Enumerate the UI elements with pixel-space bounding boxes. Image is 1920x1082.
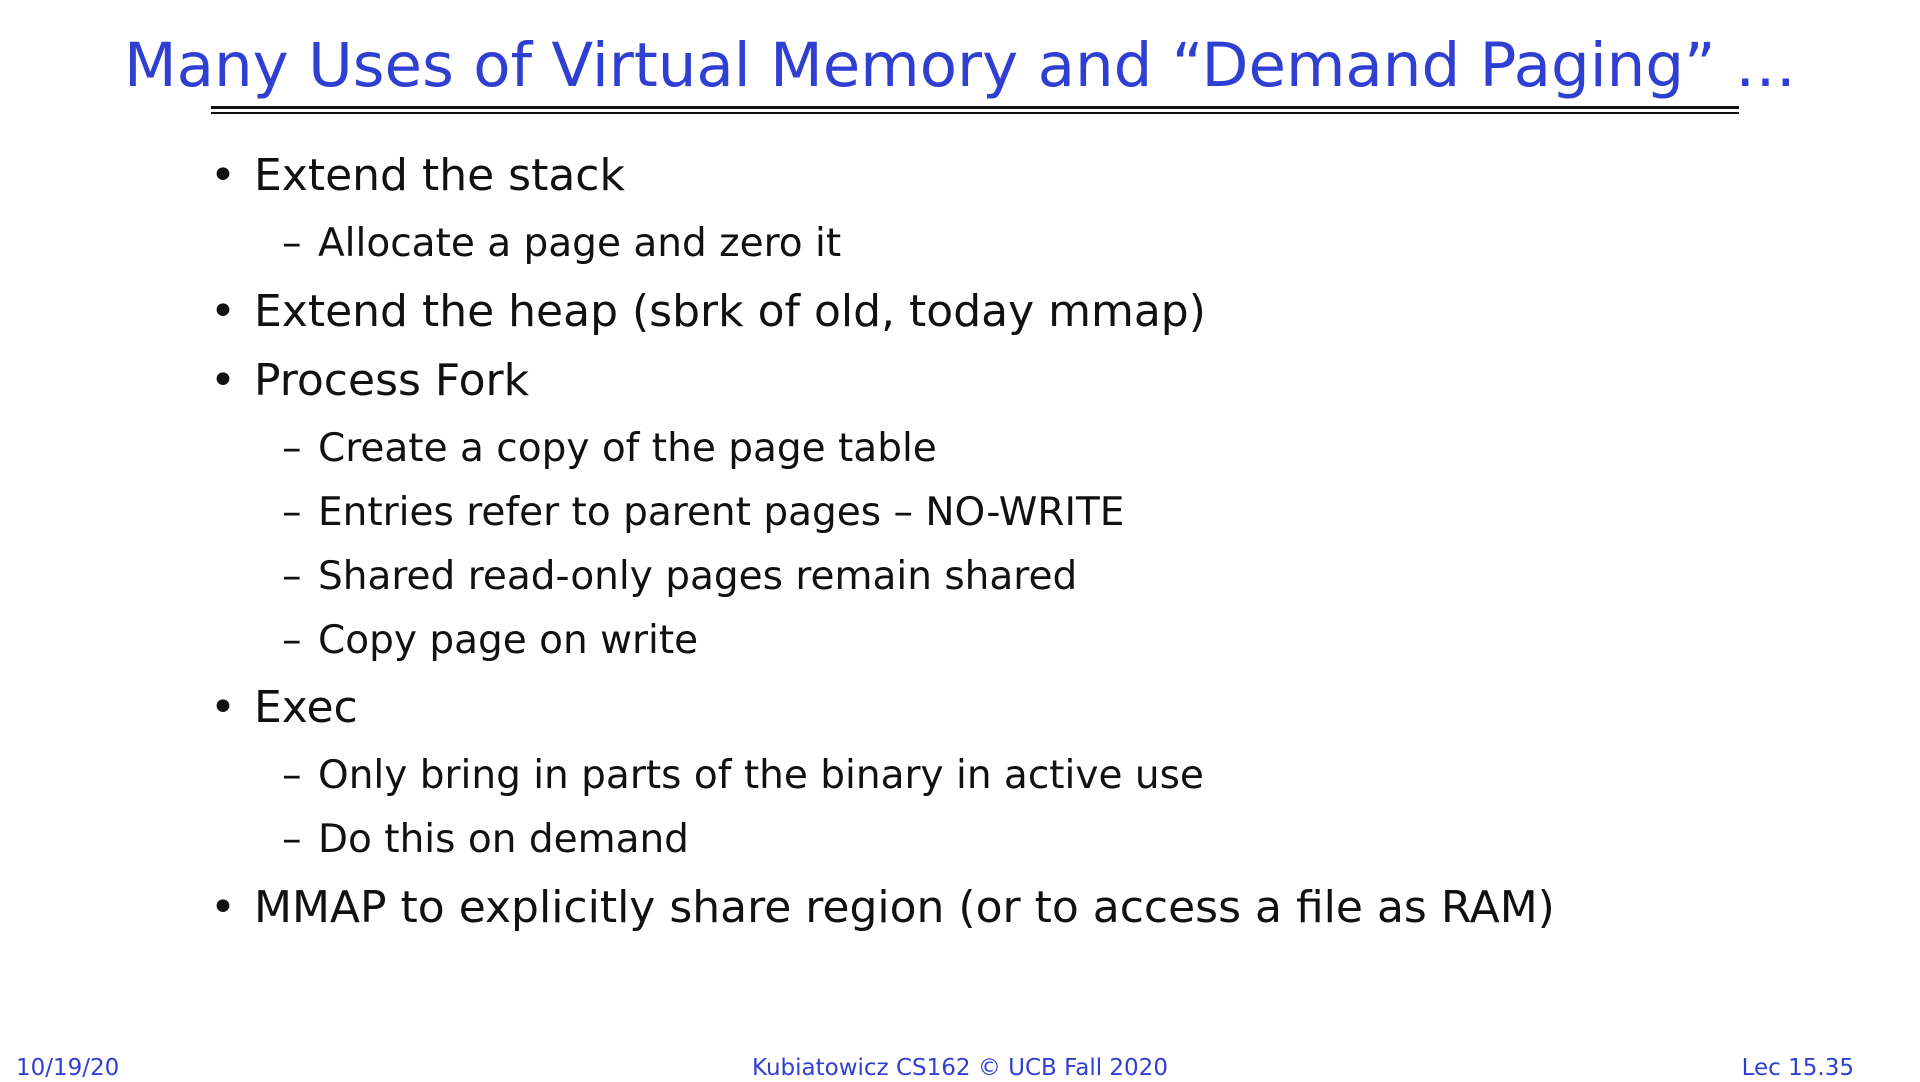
sub-bullet-marker: – [282,753,302,798]
sub-bullet-marker: – [282,221,302,266]
bullet-text: Extend the heap (sbrk of old, today mmap… [254,286,1206,337]
bullet-text: Exec [254,682,358,733]
bullet-text: Extend the stack [254,150,625,201]
bullet-text: MMAP to explicitly share region (or to a… [254,882,1555,933]
bullet-item: • MMAP to explicitly share region (or to … [210,878,1555,938]
footer-course: Kubiatowicz CS162 © UCB Fall 2020 [752,1055,1168,1081]
bullet-marker: • [210,355,236,406]
slide-body: • Extend the stack – Allocate a page and z… [0,0,1920,1000]
bullet-item: • Exec [210,678,358,738]
sub-bullet-text: Do this on demand [318,817,689,862]
sub-bullet-item: – Copy page on write [282,614,698,668]
sub-bullet-marker: – [282,817,302,862]
sub-bullet-text: Copy page on write [318,618,699,663]
bullet-marker: • [210,682,236,733]
sub-bullet-item: – Allocate a page and zero it [282,217,841,271]
sub-bullet-text: Only bring in parts of the binary in act… [318,753,1204,798]
footer-lecture-number: Lec 15.35 [1741,1055,1854,1081]
sub-bullet-item: – Do this on demand [282,813,689,867]
bullet-text: Process Fork [254,355,530,406]
sub-bullet-marker: – [282,554,302,599]
sub-bullet-text: Shared read-only pages remain shared [318,554,1078,599]
sub-bullet-text: Allocate a page and zero it [318,221,842,266]
sub-bullet-item: – Entries refer to parent pages – NO-WRIT… [282,486,1124,540]
bullet-marker: • [210,286,236,337]
bullet-item: • Extend the stack [210,146,625,206]
sub-bullet-text: Create a copy of the page table [318,426,937,471]
sub-bullet-item: – Shared read-only pages remain shared [282,550,1077,604]
bullet-marker: • [210,150,236,201]
sub-bullet-marker: – [282,490,302,535]
bullet-item: • Process Fork [210,351,529,411]
bullet-item: • Extend the heap (sbrk of old, today mma… [210,282,1206,342]
sub-bullet-item: – Create a copy of the page table [282,422,937,476]
bullet-marker: • [210,882,236,933]
sub-bullet-marker: – [282,618,302,663]
sub-bullet-text: Entries refer to parent pages – NO-WRITE [318,490,1125,535]
sub-bullet-marker: – [282,426,302,471]
sub-bullet-item: – Only bring in parts of the binary in ac… [282,749,1204,803]
